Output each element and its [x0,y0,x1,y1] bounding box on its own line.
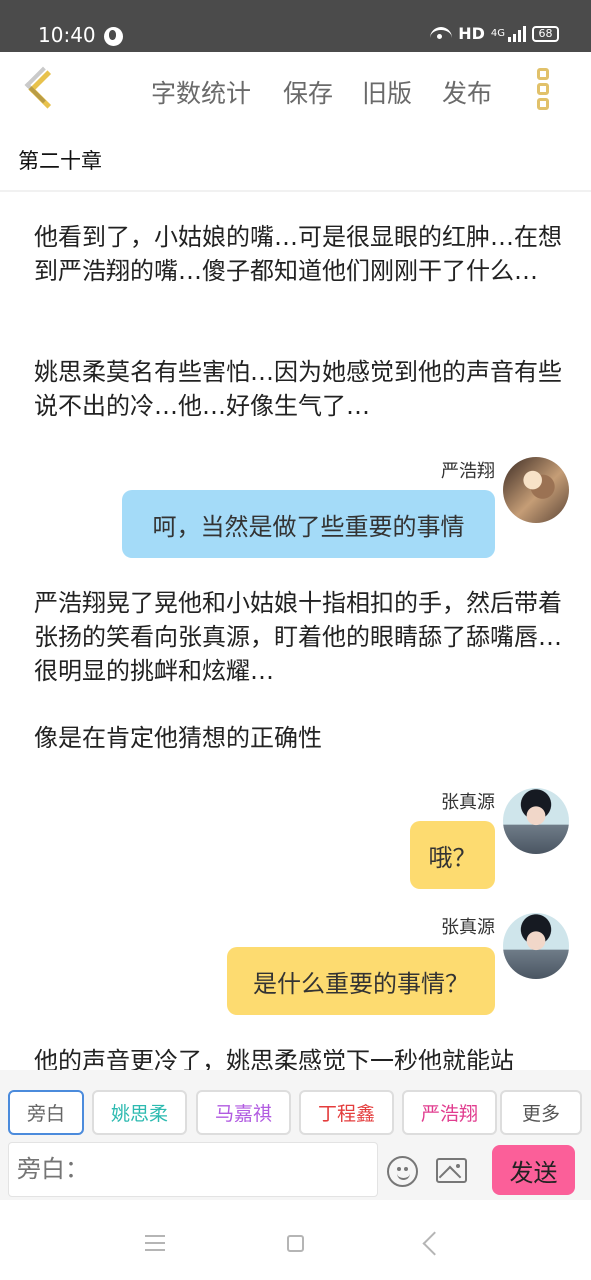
status-indicators: HD 4G 68 [430,24,559,43]
more-vertical-icon[interactable] [535,68,553,112]
status-bar: 10:40 HD 4G 68 [0,0,591,52]
save-button[interactable]: 保存 [283,74,333,110]
signal-label: 4G [490,28,505,39]
narration-block[interactable]: 像是在肯定他猜想的正确性 [34,721,562,755]
character-chip-yao-sirou[interactable]: 姚思柔 [92,1090,187,1135]
send-button[interactable]: 发送 [492,1145,575,1195]
back-chevron-icon[interactable] [22,62,58,114]
story-input[interactable] [8,1142,378,1197]
chapter-title: 第二十章 [18,149,102,173]
editor-toolbar: 字数统计 保存 旧版 发布 [0,52,591,124]
narration-block[interactable]: 姚思柔莫名有些害怕…因为她感觉到他的声音有些说不出的冷…他…好像生气了… [34,355,562,423]
story-content[interactable]: 他看到了，小姑娘的嘴…可是很显眼的红肿…在想到严浩翔的嘴…傻子都知道他们刚刚干了… [0,205,591,1070]
old-version-button[interactable]: 旧版 [362,74,412,110]
character-selector: 旁白 姚思柔 马嘉祺 丁程鑫 严浩翔 更多 发送 [0,1070,591,1200]
boy-portrait-avatar[interactable] [503,788,569,854]
dialogue-bubble[interactable]: 呵，当然是做了些重要的事情 [122,490,495,558]
narration-block[interactable]: 他的声音更冷了，姚思柔感觉下一秒他就能站 [34,1044,562,1070]
character-chip-narrator[interactable]: 旁白 [8,1090,84,1135]
menu-icon[interactable] [145,1235,165,1251]
publish-button[interactable]: 发布 [442,74,492,110]
emoji-face-icon[interactable] [387,1156,418,1187]
signal-icon [508,25,526,42]
wifi-icon [430,26,453,41]
person-photo-avatar[interactable] [503,457,569,523]
image-icon[interactable] [436,1158,467,1183]
system-navigation-bar [0,1200,591,1280]
dialogue-speaker-name: 张真源 [441,792,495,813]
dialogue-speaker-name: 严浩翔 [441,461,495,482]
narration-block[interactable]: 他看到了，小姑娘的嘴…可是很显眼的红肿…在想到严浩翔的嘴…傻子都知道他们刚刚干了… [34,220,562,288]
dialogue-bubble[interactable]: 是什么重要的事情？ [227,947,495,1015]
home-icon[interactable] [287,1235,304,1252]
emoji-mouth-shape [397,1173,410,1180]
character-chip-ma-jiaqi[interactable]: 马嘉祺 [196,1090,291,1135]
character-chip-ding-chengxin[interactable]: 丁程鑫 [299,1090,394,1135]
boy-portrait-avatar[interactable] [503,913,569,979]
dialogue-bubble[interactable]: 哦？ [410,821,495,889]
battery-indicator: 68 [532,25,559,42]
word-count-button[interactable]: 字数统计 [151,74,251,110]
status-time: 10:40 [38,23,96,47]
more-characters-button[interactable]: 更多 [500,1090,582,1135]
network-hd-label: HD [458,24,485,43]
narration-block[interactable]: 严浩翔晃了晃他和小姑娘十指相扣的手，然后带着张扬的笑看向张真源，盯着他的眼睛舔了… [34,586,562,688]
character-chip-yan-haoxiang[interactable]: 严浩翔 [402,1090,497,1135]
dialogue-speaker-name: 张真源 [441,917,495,938]
globe-icon [104,27,123,46]
chapter-divider [0,190,591,192]
back-icon[interactable] [422,1231,447,1256]
